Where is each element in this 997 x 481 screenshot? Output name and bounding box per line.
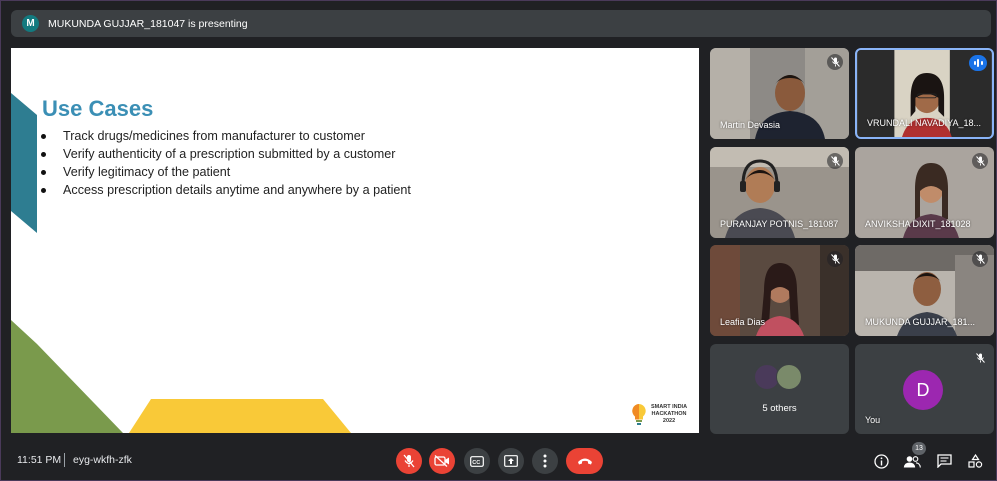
divider: [64, 453, 65, 467]
participant-tile[interactable]: Martin Devasia: [710, 48, 849, 139]
participant-tile-speaking[interactable]: VRUNDALI NAVADIYA_18...: [855, 48, 994, 139]
participant-tile[interactable]: ANVIKSHA DIXIT_181028: [855, 147, 994, 238]
meeting-code: eyg-wkfh-zfk: [73, 454, 132, 466]
presenter-avatar: M: [22, 15, 39, 32]
slide-title: Use Cases: [42, 96, 154, 121]
bullet-item: Verify legitimacy of the patient: [41, 163, 411, 181]
others-tile[interactable]: 5 others: [710, 344, 849, 434]
participant-tile[interactable]: Leafia Dias: [710, 245, 849, 336]
mic-off-icon: [827, 153, 843, 169]
slide-bullets: Track drugs/medicines from manufacturer …: [41, 127, 411, 199]
clock: 11:51 PM: [17, 454, 62, 466]
bullet-item: Verify authenticity of a prescription su…: [41, 145, 411, 163]
others-label: 5 others: [762, 403, 797, 414]
participant-name: You: [865, 415, 881, 425]
captions-icon: CC: [470, 455, 484, 467]
mic-toggle-button[interactable]: [396, 448, 422, 474]
presenting-banner: M MUKUNDA GUJJAR_181047 is presenting: [11, 10, 991, 37]
presenting-text: MUKUNDA GUJJAR_181047 is presenting: [48, 17, 248, 30]
people-count-badge: 13: [912, 442, 926, 455]
participant-tile[interactable]: MUKUNDA GUJJAR_181...: [855, 245, 994, 336]
camera-toggle-button[interactable]: [429, 448, 455, 474]
svg-text:CC: CC: [472, 459, 480, 465]
present-screen-button[interactable]: [498, 448, 524, 474]
control-bar: 11:51 PM eyg-wkfh-zfk CC 13: [1, 441, 997, 481]
avatar: D: [903, 370, 943, 410]
mic-off-icon: [403, 454, 415, 468]
present-icon: [504, 455, 518, 467]
activities-icon: [967, 454, 982, 468]
leave-call-button[interactable]: [566, 448, 603, 474]
end-call-icon: [577, 458, 592, 465]
shared-slide: Use Cases Track drugs/medicines from man…: [11, 48, 699, 433]
self-tile[interactable]: D You: [855, 344, 994, 434]
participant-tile[interactable]: PURANJAY POTNIS_181087: [710, 147, 849, 238]
more-vert-icon: [543, 454, 547, 468]
captions-button[interactable]: CC: [464, 448, 490, 474]
smart-india-hackathon-logo: SMART INDIA HACKATHON 2022: [629, 399, 695, 429]
mic-off-icon: [972, 153, 988, 169]
participant-name: Leafia Dias: [720, 317, 766, 327]
avatar: [776, 364, 802, 390]
bullet-item: Access prescription details anytime and …: [41, 181, 411, 199]
participant-name: Martin Devasia: [720, 120, 781, 130]
speaking-indicator-icon: [969, 55, 987, 71]
participant-name: PURANJAY POTNIS_181087: [720, 219, 839, 229]
meeting-details-button[interactable]: [871, 451, 891, 471]
others-avatars: [754, 364, 802, 390]
mic-off-icon: [972, 350, 988, 366]
chat-button[interactable]: [934, 451, 954, 471]
bullet-item: Track drugs/medicines from manufacturer …: [41, 127, 411, 145]
participant-name: VRUNDALI NAVADIYA_18...: [867, 118, 982, 128]
mic-off-icon: [972, 251, 988, 267]
chat-icon: [936, 454, 952, 468]
mic-off-icon: [827, 54, 843, 70]
camera-off-icon: [434, 455, 449, 467]
people-icon: [903, 455, 921, 468]
participant-name: ANVIKSHA DIXIT_181028: [865, 219, 971, 229]
activities-button[interactable]: [965, 451, 985, 471]
more-options-button[interactable]: [532, 448, 558, 474]
mic-off-icon: [827, 251, 843, 267]
bulb-icon: [632, 404, 646, 425]
participant-name: MUKUNDA GUJJAR_181...: [865, 317, 976, 327]
info-icon: [873, 453, 889, 469]
